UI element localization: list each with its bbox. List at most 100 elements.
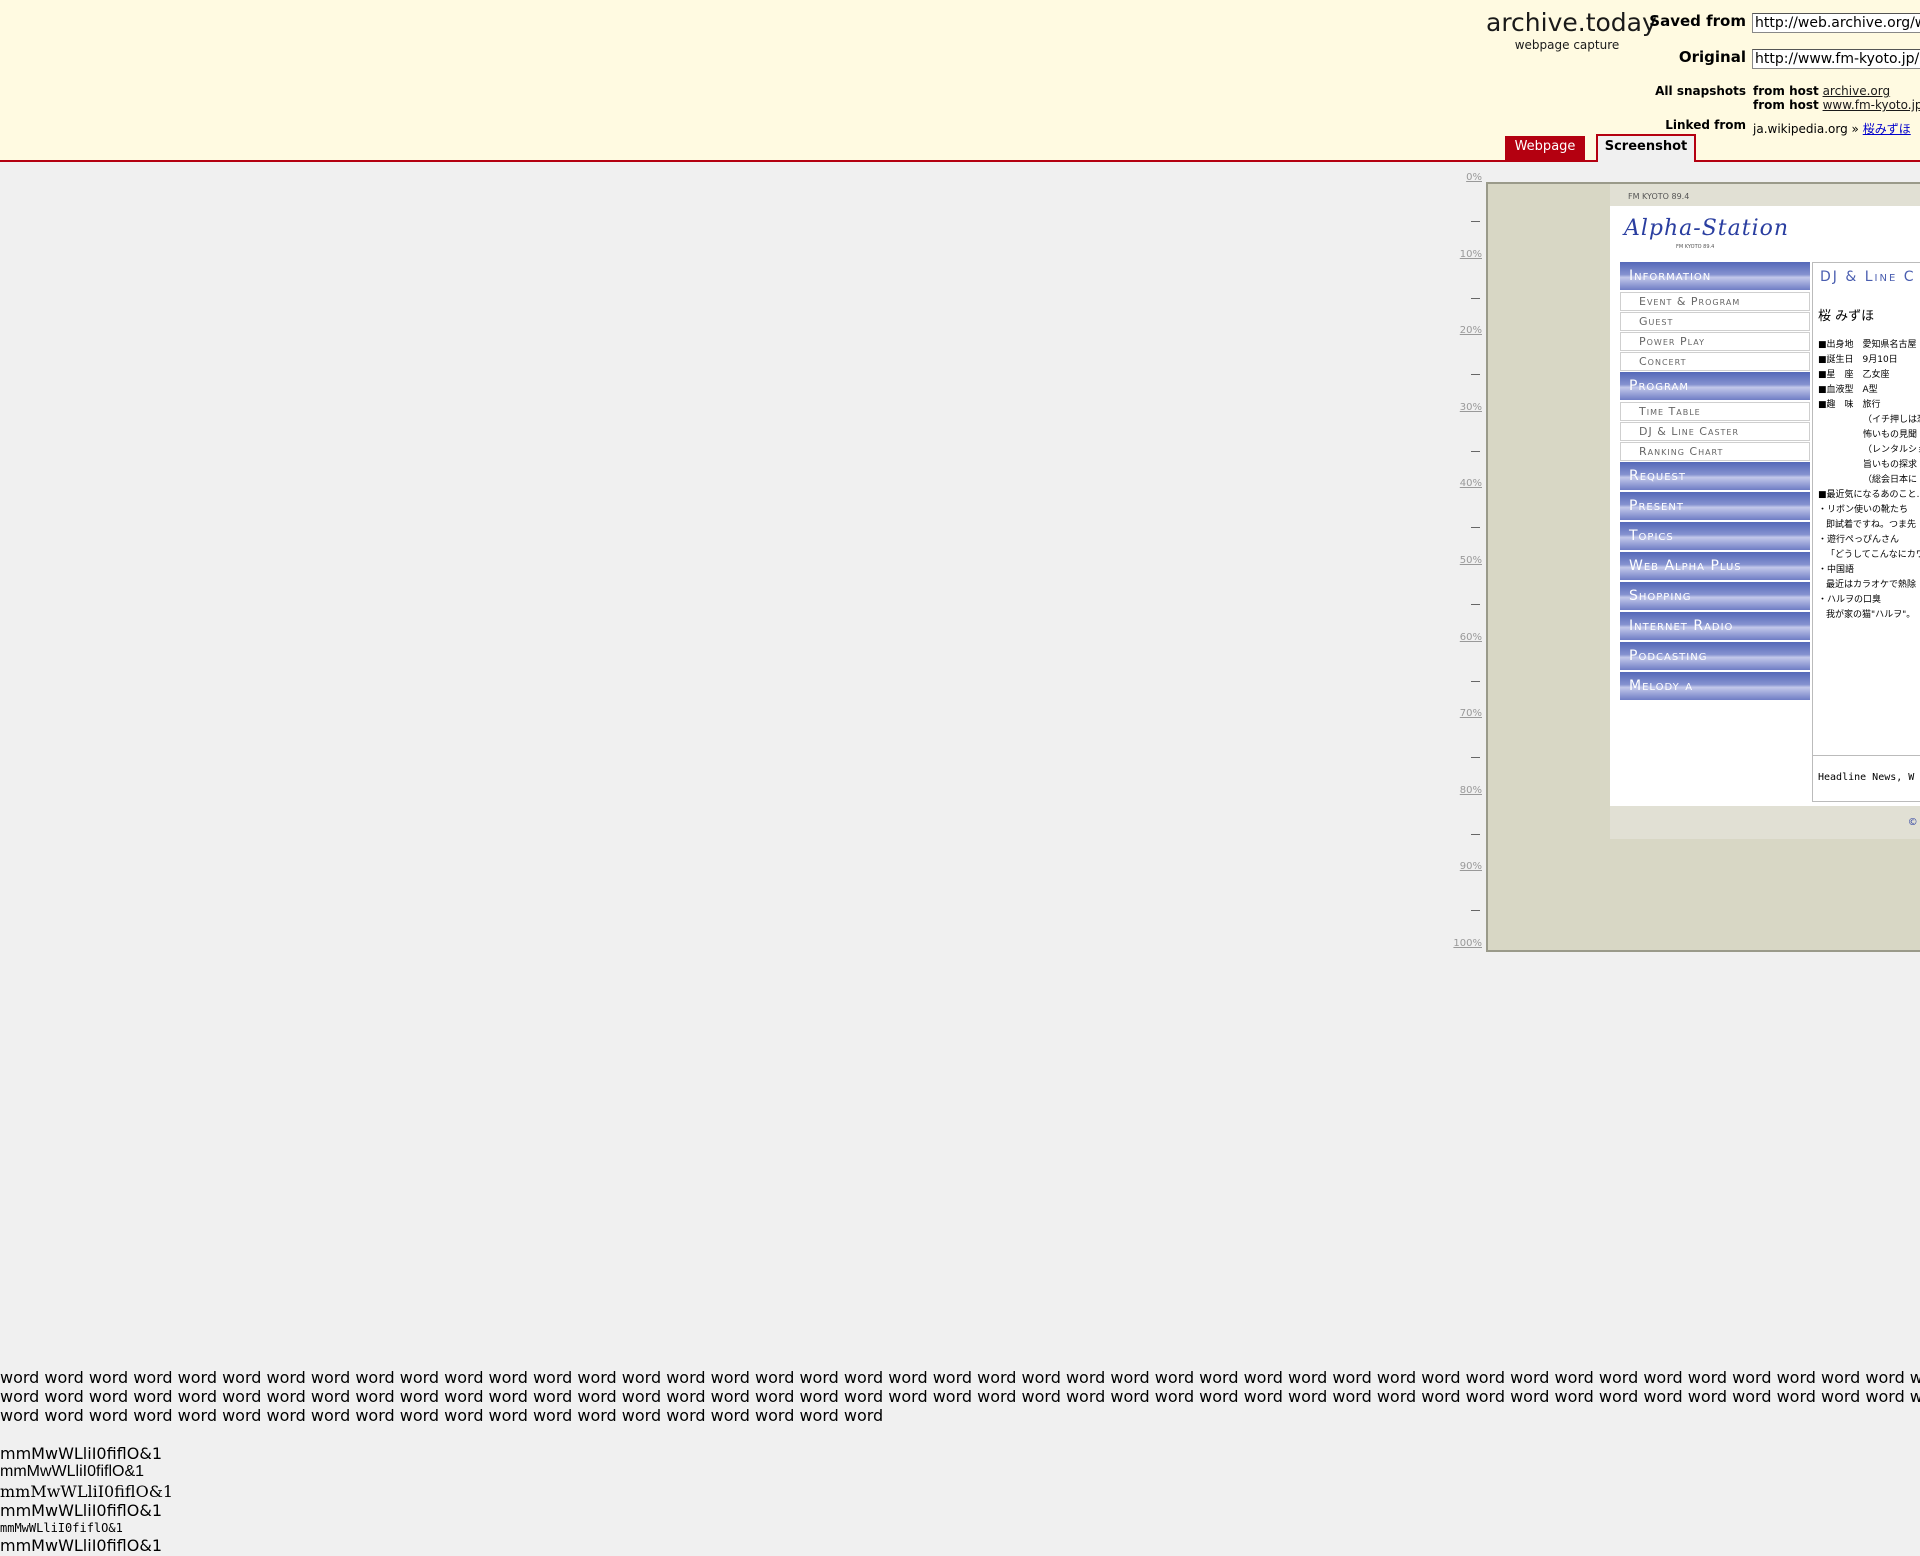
profile-line: 「どうしてこんなにカワイ (1826, 550, 1920, 560)
ruler-dash (1471, 680, 1480, 682)
linked-from-text: ja.wikipedia.org » (1753, 122, 1859, 136)
headline-news: Headline News, W (1813, 755, 1920, 783)
site-logo-subtitle: FM KYOTO 89.4 (1676, 244, 1715, 250)
ruler-dash (1471, 297, 1480, 299)
dj-profile-panel: DJ & Line C 桜 みずほ ■出身地 愛知県名古屋 ■誕生日 9月10日 ■… (1812, 262, 1920, 802)
ruler-tick-link[interactable]: 10% (1460, 249, 1482, 260)
word-sample-block: word word word word word word word word … (0, 1368, 1920, 1425)
nav-main-item[interactable]: Program (1620, 372, 1810, 400)
content-title: DJ & Line C (1820, 269, 1916, 285)
profile-line: （イチ押しは恐 (1863, 415, 1920, 425)
word-line: word word word word word word word word … (0, 1368, 1920, 1387)
fm-kyoto-host-link[interactable]: www.fm-kyoto.jp (1823, 98, 1920, 112)
profile-line: ■星 座 乙女座 (1818, 370, 1890, 380)
nav-sub-item[interactable]: Concert (1620, 352, 1810, 371)
nav-sub-item[interactable]: Ranking Chart (1620, 442, 1810, 461)
nav-main-item[interactable]: Topics (1620, 522, 1810, 550)
archive-logo[interactable]: archive.today (1486, 8, 1657, 38)
archive-header: archive.today webpage capture Saved from… (0, 0, 1920, 162)
captured-site: FM KYOTO 89.4 Alpha-Station FM KYOTO 89.… (1610, 184, 1920, 839)
snapshot-host-archive: from host archive.org (1753, 84, 1890, 98)
ruler-dash (1471, 221, 1480, 222)
nav-sub-item[interactable]: Time Table (1620, 402, 1810, 421)
profile-line: 旨いもの探求 (1863, 460, 1918, 470)
ruler-tick-link[interactable]: 0% (1466, 172, 1482, 183)
nav-main-item[interactable]: Present (1620, 492, 1810, 520)
profile-line: ・リボン使いの靴たち (1818, 505, 1909, 515)
site-topbar: FM KYOTO 89.4 (1610, 184, 1920, 206)
tab-webpage[interactable]: Webpage (1505, 136, 1585, 160)
profile-line: ■出身地 愛知県名古屋 (1818, 340, 1917, 350)
ruler-dash (1471, 450, 1480, 452)
original-url-field[interactable] (1752, 49, 1920, 69)
ruler-dash (1471, 757, 1480, 759)
word-line: word word word word word word word word … (0, 1387, 1920, 1406)
ruler-tick-link[interactable]: 20% (1460, 325, 1482, 336)
original-label: Original (1678, 48, 1746, 66)
profile-line: 最近はカラオケで熱除 (1826, 580, 1917, 590)
nav-main-item[interactable]: Melody α (1620, 672, 1810, 700)
nav-main-item[interactable]: Web Alpha Plus (1620, 552, 1810, 580)
profile-line: ■最近気になるあのこと… (1818, 490, 1920, 500)
ruler-tick-link[interactable]: 80% (1460, 785, 1482, 796)
nav-main-item[interactable]: Podcasting (1620, 642, 1810, 670)
profile-line: ■誕生日 9月10日 (1818, 355, 1898, 365)
profile-line: 怖いもの見聞 (1863, 430, 1918, 440)
site-footer: © 2002- (1610, 806, 1920, 839)
profile-line: （総会日本に (1863, 475, 1918, 485)
profile-line: （レンタルショッ (1863, 445, 1920, 455)
profile-line: ・中国語 (1818, 565, 1855, 575)
font-sample-liberation-sans: mmMwWLliI0fiflO&1 (0, 1463, 145, 1480)
font-sample-sans-3: mmMwWLliI0fiflO&1 (0, 1536, 162, 1555)
ruler-tick-link[interactable]: 50% (1460, 555, 1482, 566)
site-logo[interactable]: Alpha-Station (1624, 216, 1789, 241)
snapshot-host-fmkyoto: from host www.fm-kyoto.jp (1753, 98, 1920, 112)
tab-screenshot[interactable]: Screenshot (1596, 134, 1696, 162)
nav-main-item[interactable]: Information (1620, 262, 1810, 290)
archive-tagline: webpage capture (1514, 38, 1620, 52)
archive-org-link[interactable]: archive.org (1823, 84, 1891, 98)
saved-from-label: Saved from (1649, 12, 1746, 30)
wikipedia-article-link[interactable]: 桜みずほ (1863, 122, 1911, 136)
ruler-dash (1471, 833, 1480, 835)
profile-line: ・遊行ぺっぴんさん (1818, 535, 1900, 545)
ruler-dash (1471, 527, 1480, 529)
nav-main-item[interactable]: Request (1620, 462, 1810, 490)
nav-sub-item[interactable]: Guest (1620, 312, 1810, 331)
nav-sub-item[interactable]: DJ & Line Caster (1620, 422, 1810, 441)
all-snapshots-label: All snapshots (1655, 84, 1746, 98)
profile-line: 即試着ですね。つま先 (1826, 520, 1917, 530)
profile-line: ■趣 味 旅行 (1818, 400, 1881, 410)
word-line: word word word word word word word word … (0, 1406, 884, 1425)
font-sample-serif: mmMwWLliI0fiflO&1 (0, 1482, 174, 1501)
profile-line: 我が家の猫"ハルヲ"。 (1826, 610, 1916, 620)
ruler-tick-link[interactable]: 40% (1460, 478, 1482, 489)
ruler-tick-link[interactable]: 100% (1453, 938, 1482, 949)
ruler-dash (1471, 910, 1480, 912)
ruler-dash (1471, 604, 1480, 605)
archive-brand[interactable]: archive.today webpage capture (1486, 8, 1657, 52)
nav-sub-item[interactable]: Event & Program (1620, 292, 1810, 311)
ruler-tick-link[interactable]: 30% (1460, 402, 1482, 413)
nav-sub-item[interactable]: Power Play (1620, 332, 1810, 351)
ruler-tick-link[interactable]: 70% (1460, 708, 1482, 719)
font-sample-mono: mmMwWLliI0fiflO&1 (0, 1521, 123, 1535)
profile-details: ■出身地 愛知県名古屋 ■誕生日 9月10日 ■星 座 乙女座 ■血液型 A型 ■趣 味… (1813, 324, 1920, 623)
from-host-prefix: from host (1753, 84, 1819, 98)
ruler-tick-link[interactable]: 60% (1460, 632, 1482, 643)
profile-line: ・ハルヲの口臭 (1818, 595, 1882, 605)
nav-main-item[interactable]: Internet Radio (1620, 612, 1810, 640)
font-sample-sans-2: mmMwWLliI0fiflO&1 (0, 1501, 162, 1520)
from-host-prefix: from host (1753, 98, 1819, 112)
saved-from-url-field[interactable] (1752, 13, 1920, 33)
ruler-tick-link[interactable]: 90% (1460, 861, 1482, 872)
dj-name: 桜 みずほ (1818, 309, 1875, 324)
nav-main-item[interactable]: Shopping (1620, 582, 1810, 610)
font-sample-sans: mmMwWLliI0fiflO&1 (0, 1444, 162, 1463)
site-nav: Information Event & Program Guest Power Pla… (1620, 262, 1810, 702)
ruler-dash (1471, 374, 1480, 376)
linked-from-label: Linked from (1665, 118, 1746, 132)
screenshot-frame[interactable]: FM KYOTO 89.4 Alpha-Station FM KYOTO 89.… (1486, 182, 1920, 952)
profile-line: ■血液型 A型 (1818, 385, 1878, 395)
linked-from-value: ja.wikipedia.org » 桜みずほ (1753, 120, 1911, 137)
